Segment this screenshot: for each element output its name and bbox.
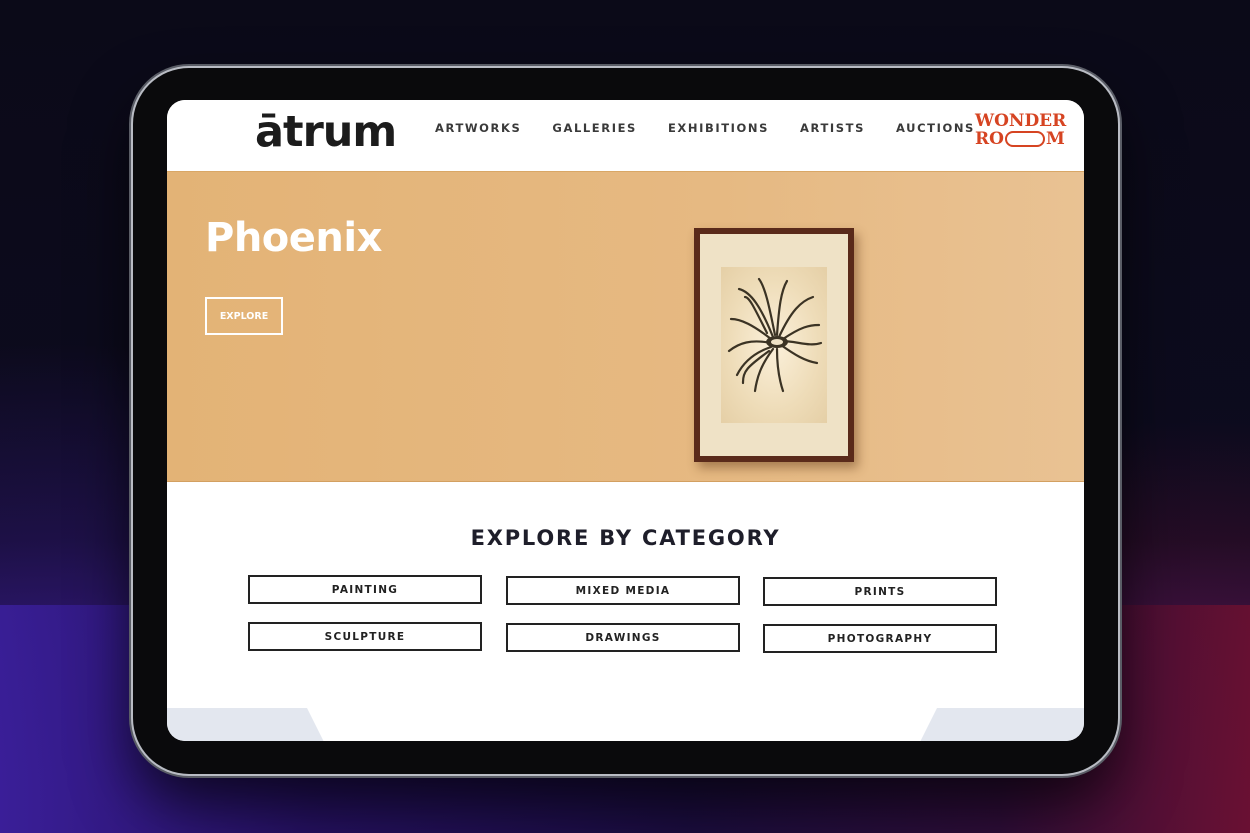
nav-artists[interactable]: ARTISTS [800, 121, 865, 135]
category-section-title: EXPLORE BY CATEGORY [470, 526, 781, 550]
category-sculpture[interactable]: SCULPTURE [248, 622, 482, 651]
category-prints[interactable]: PRINTS [763, 577, 997, 606]
nav-exhibitions[interactable]: EXHIBITIONS [668, 121, 769, 135]
main-nav: ARTWORKS GALLERIES EXHIBITIONS ARTISTS A… [435, 121, 1006, 135]
phoenix-feather-drawing [727, 277, 823, 393]
wonder-room-pill-icon [1004, 131, 1045, 147]
category-drawings[interactable]: DRAWINGS [506, 623, 740, 652]
tablet-screen: ātrum ARTWORKS GALLERIES EXHIBITIONS ART… [167, 100, 1084, 741]
explore-button[interactable]: EXPLORE [205, 297, 283, 335]
hero-banner: Phoenix EXPLORE [167, 171, 1084, 482]
wonder-room-logo-ro: RO [975, 129, 1004, 149]
wonder-room-logo-m: M [1045, 129, 1065, 149]
framed-artwork[interactable] [694, 228, 854, 462]
category-painting[interactable]: PAINTING [248, 575, 482, 604]
category-mixed-media[interactable]: MIXED MEDIA [506, 576, 740, 605]
wonder-room-logo-line1: WONDER [975, 111, 1067, 131]
nav-galleries[interactable]: GALLERIES [552, 121, 637, 135]
tablet-device: ātrum ARTWORKS GALLERIES EXHIBITIONS ART… [133, 68, 1118, 774]
site-logo[interactable]: ātrum [255, 102, 397, 162]
category-photography[interactable]: PHOTOGRAPHY [763, 624, 997, 653]
artwork-mat [700, 234, 848, 456]
phoenix-artwork-image [721, 267, 827, 423]
site-header: ātrum ARTWORKS GALLERIES EXHIBITIONS ART… [167, 100, 1084, 171]
footer-card-right [917, 708, 1084, 741]
nav-artworks[interactable]: ARTWORKS [435, 121, 521, 135]
wonder-room-logo[interactable]: WONDER RO M [975, 112, 1071, 152]
footer-card-left [167, 708, 327, 741]
nav-auctions[interactable]: AUCTIONS [896, 121, 975, 135]
hero-title: Phoenix [205, 215, 382, 261]
wonder-room-logo-line2: RO M [975, 130, 1071, 148]
